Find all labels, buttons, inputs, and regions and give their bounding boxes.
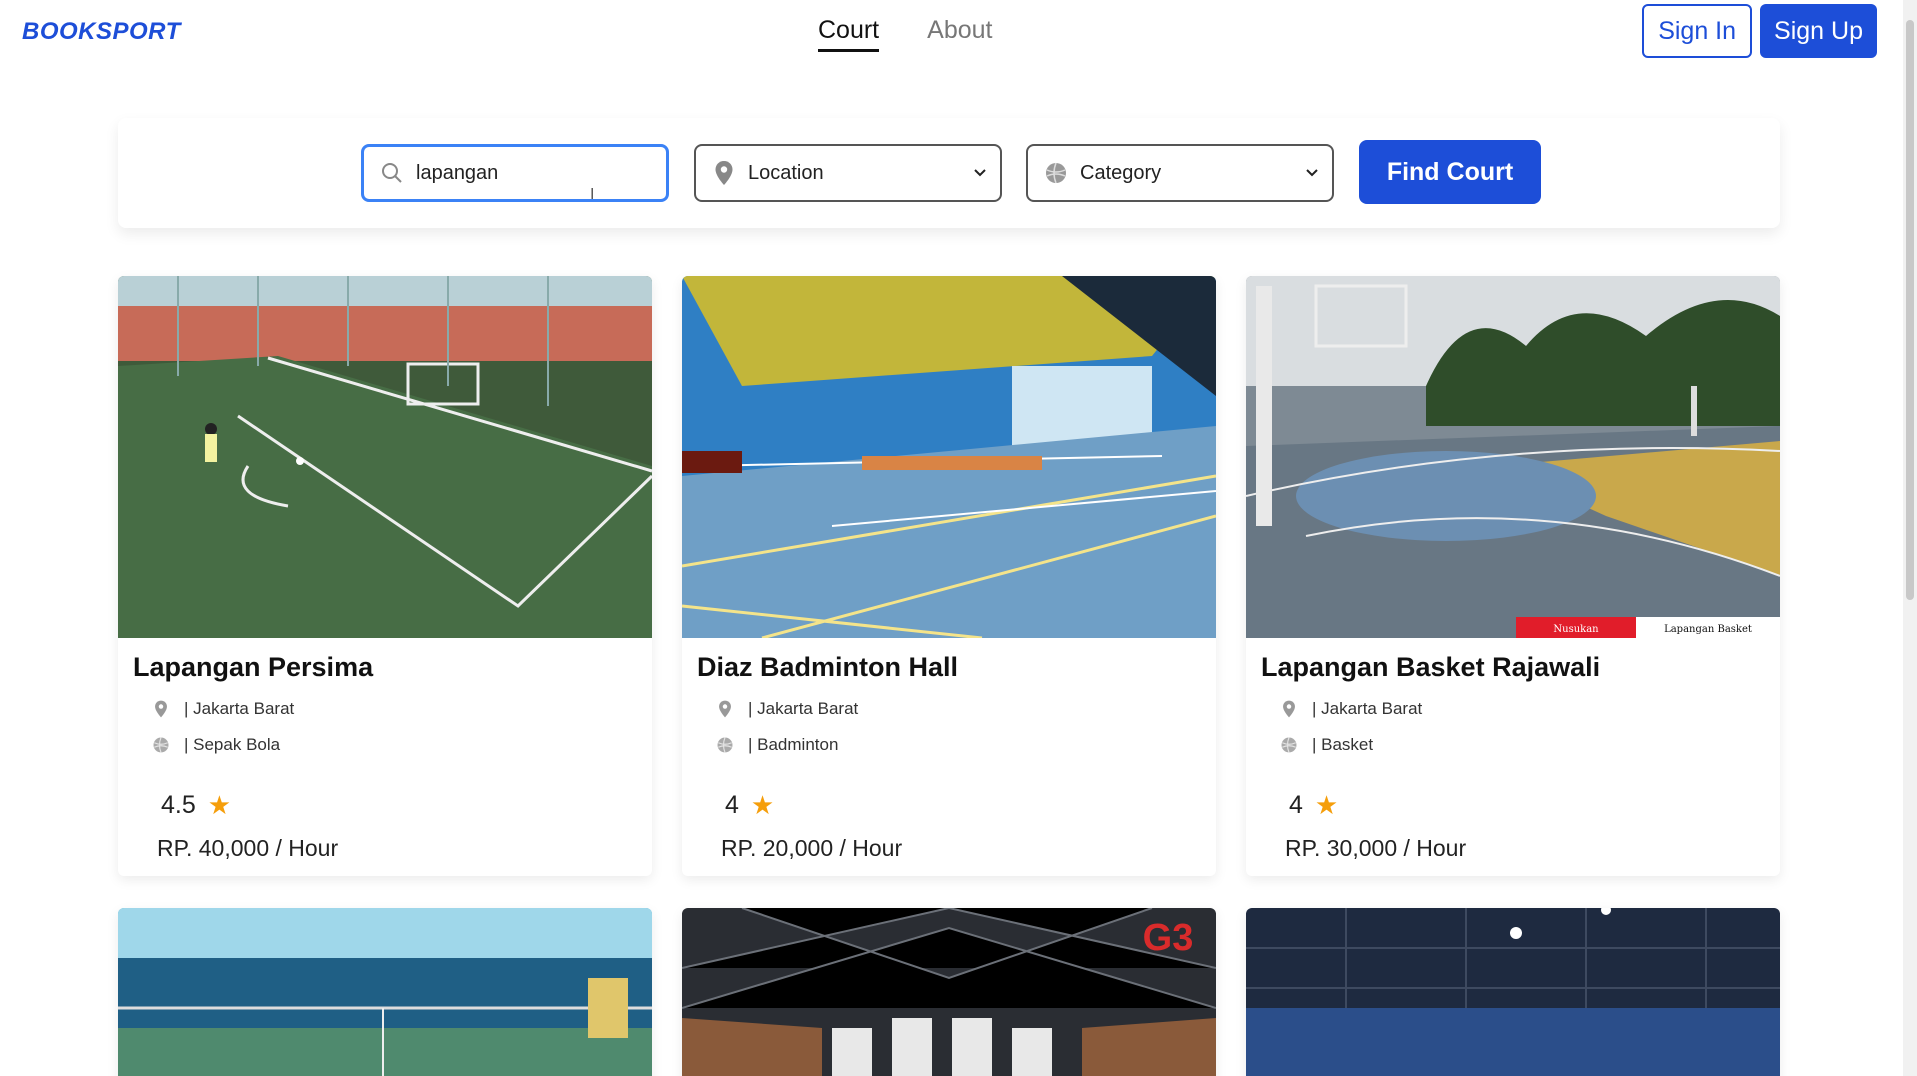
rating-value: 4: [1289, 791, 1303, 819]
nav-about[interactable]: About: [927, 16, 992, 52]
auth-buttons: Sign In Sign Up: [1642, 4, 1877, 58]
ball-icon: [152, 734, 170, 756]
court-image: Nusukan Lapangan Basket: [1246, 276, 1780, 638]
court-price: RP. 40,000 / Hour: [157, 835, 339, 861]
star-icon: ★: [1314, 790, 1339, 820]
court-card[interactable]: [1246, 908, 1780, 1076]
court-price: RP. 20,000 / Hour: [721, 835, 903, 861]
category-select-label: Category: [1080, 161, 1162, 184]
category-select[interactable]: Category: [1026, 144, 1334, 202]
court-name: Lapangan Basket Rajawali: [1261, 652, 1601, 682]
map-pin-icon: [152, 698, 170, 720]
court-location: | Jakarta Barat: [1280, 698, 1422, 720]
court-location: | Jakarta Barat: [716, 698, 858, 720]
court-rating: 4 ★: [725, 790, 774, 821]
court-name: Diaz Badminton Hall: [697, 652, 959, 682]
court-price: RP. 30,000 / Hour: [1285, 835, 1467, 861]
search-panel: lapangan Location Category Find Court: [118, 118, 1780, 228]
court-image: G3: [682, 908, 1216, 1076]
court-image: [1246, 908, 1780, 1076]
search-input[interactable]: lapangan: [361, 144, 669, 202]
image-caption-left: Nusukan: [1553, 624, 1599, 635]
find-court-button[interactable]: Find Court: [1359, 140, 1541, 204]
rating-value: 4.5: [161, 791, 196, 819]
sign-in-button[interactable]: Sign In: [1642, 4, 1753, 58]
star-icon: ★: [207, 790, 232, 820]
court-card[interactable]: G3: [682, 908, 1216, 1076]
court-category: | Basket: [1280, 734, 1373, 756]
ball-icon: [716, 734, 734, 756]
court-rating: 4 ★: [1289, 790, 1338, 821]
main-nav: Court About: [818, 16, 992, 52]
court-card[interactable]: Diaz Badminton Hall | Jakarta Barat | Ba…: [682, 276, 1216, 876]
map-pin-icon: [716, 698, 734, 720]
map-pin-icon: [710, 159, 738, 187]
court-category-text: | Badminton: [748, 735, 839, 754]
court-card[interactable]: [118, 908, 652, 1076]
court-category-text: | Basket: [1312, 735, 1374, 754]
chevron-down-icon: [1302, 168, 1322, 178]
brand-logo[interactable]: BOOKSPORT: [22, 18, 181, 46]
sign-up-button[interactable]: Sign Up: [1760, 4, 1877, 58]
venue-badge: G3: [1143, 917, 1194, 959]
court-name: Lapangan Persima: [133, 652, 374, 682]
court-image: [682, 276, 1216, 638]
court-location-text: | Jakarta Barat: [1312, 699, 1423, 718]
scrollbar-thumb[interactable]: [1906, 20, 1914, 600]
search-icon: [378, 159, 406, 187]
court-category-text: | Sepak Bola: [184, 735, 281, 754]
location-select-label: Location: [748, 161, 824, 184]
nav-court[interactable]: Court: [818, 16, 880, 52]
ball-icon: [1280, 734, 1298, 756]
court-category: | Sepak Bola: [152, 734, 280, 756]
rating-value: 4: [725, 791, 739, 819]
court-location-text: | Jakarta Barat: [748, 699, 859, 718]
court-card[interactable]: Lapangan Persima | Jakarta Barat | Sepak…: [118, 276, 652, 876]
court-card[interactable]: Nusukan Lapangan Basket Lapangan Basket …: [1246, 276, 1780, 876]
court-location: | Jakarta Barat: [152, 698, 294, 720]
star-icon: ★: [750, 790, 775, 820]
court-rating: 4.5 ★: [161, 790, 231, 821]
court-image: [118, 908, 652, 1076]
text-cursor-icon: I: [590, 186, 595, 203]
chevron-down-icon: [970, 168, 990, 178]
court-image: [118, 276, 652, 638]
court-category: | Badminton: [716, 734, 838, 756]
image-caption-right: Lapangan Basket: [1664, 624, 1752, 635]
map-pin-icon: [1280, 698, 1298, 720]
location-select[interactable]: Location: [694, 144, 1002, 202]
search-query: lapangan: [416, 161, 499, 184]
page: BOOKSPORT Court About Sign In Sign Up la…: [0, 0, 1917, 1076]
court-location-text: | Jakarta Barat: [184, 699, 295, 718]
scrollbar[interactable]: [1903, 0, 1917, 1076]
ball-icon: [1042, 159, 1070, 187]
